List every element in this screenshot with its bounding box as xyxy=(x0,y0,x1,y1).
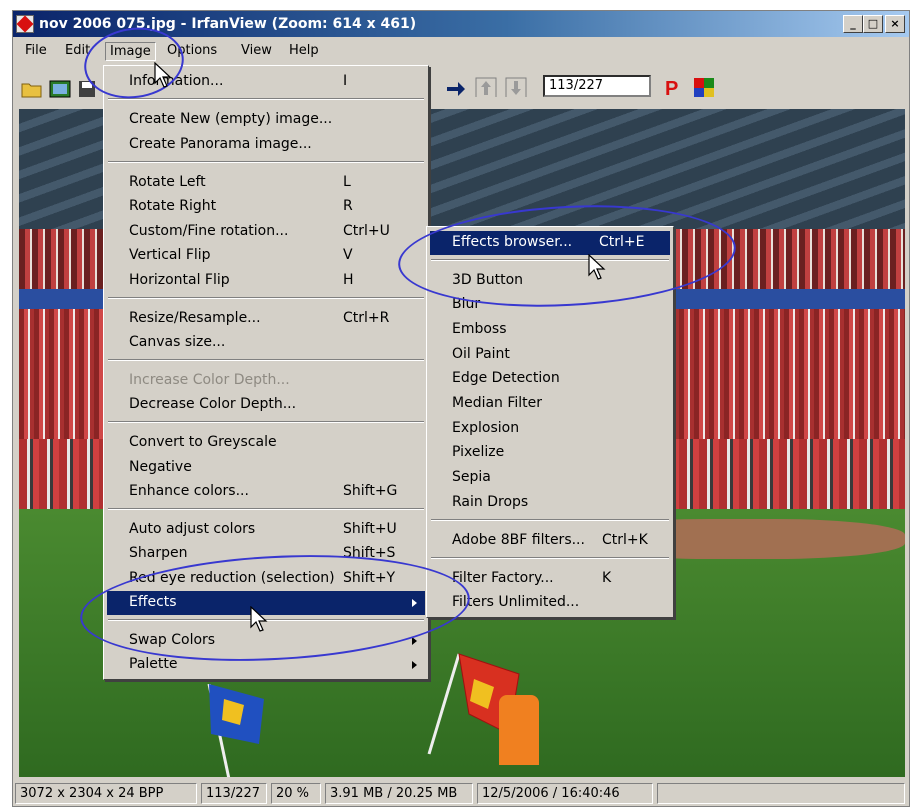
menu-separator xyxy=(108,359,424,361)
status-memory: 3.91 MB / 20.25 MB xyxy=(325,783,473,804)
menu-item-edge-detection[interactable]: Edge Detection xyxy=(430,367,670,391)
menu-item-explosion[interactable]: Explosion xyxy=(430,417,670,441)
menu-separator xyxy=(108,619,424,621)
menu-item-resize-resample[interactable]: Resize/Resample... Ctrl+R xyxy=(107,307,425,331)
frame-counter-field[interactable]: 113/227 xyxy=(543,75,651,97)
menu-item-vertical-flip[interactable]: Vertical Flip V xyxy=(107,244,425,268)
menu-item-effects[interactable]: Effects xyxy=(107,591,425,615)
menu-item-create-panorama[interactable]: Create Panorama image... xyxy=(107,133,425,157)
menu-item-filters-unlimited[interactable]: Filters Unlimited... xyxy=(430,591,670,615)
menu-separator xyxy=(108,421,424,423)
menu-item-custom-rotation[interactable]: Custom/Fine rotation... Ctrl+U xyxy=(107,220,425,244)
title-bar[interactable]: nov 2006 075.jpg - IrfanView (Zoom: 614 … xyxy=(13,11,909,37)
menu-file[interactable]: File xyxy=(21,42,51,59)
menu-item-negative[interactable]: Negative xyxy=(107,456,425,480)
menu-options[interactable]: Options xyxy=(163,42,221,59)
blue-flag-icon xyxy=(207,684,264,777)
menu-image[interactable]: Image xyxy=(105,42,156,61)
menu-item-rain-drops[interactable]: Rain Drops xyxy=(430,491,670,515)
menu-bar: File Edit Image Options View Help xyxy=(13,39,909,61)
menu-item-emboss[interactable]: Emboss xyxy=(430,318,670,342)
menu-item-filter-factory[interactable]: Filter Factory... K xyxy=(430,567,670,591)
submenu-arrow-icon xyxy=(412,599,417,607)
status-datetime: 12/5/2006 / 16:40:46 xyxy=(477,783,653,804)
menu-item-pixelize[interactable]: Pixelize xyxy=(430,441,670,465)
menu-item-red-eye-reduction[interactable]: Red eye reduction (selection) Shift+Y xyxy=(107,567,425,591)
menu-item-convert-greyscale[interactable]: Convert to Greyscale xyxy=(107,431,425,455)
status-bar: 3072 x 2304 x 24 BPP 113/227 20 % 3.91 M… xyxy=(13,781,909,805)
next-arrow-icon[interactable] xyxy=(445,79,467,99)
menu-help[interactable]: Help xyxy=(285,42,323,59)
menu-edit[interactable]: Edit xyxy=(61,42,94,59)
menu-item-blur[interactable]: Blur xyxy=(430,293,670,317)
status-index: 113/227 xyxy=(201,783,267,804)
svg-text:P: P xyxy=(665,78,678,97)
status-dimensions: 3072 x 2304 x 24 BPP xyxy=(15,783,197,804)
menu-item-rotate-right[interactable]: Rotate Right R xyxy=(107,195,425,219)
menu-item-adobe-8bf-filters[interactable]: Adobe 8BF filters... Ctrl+K xyxy=(430,529,670,553)
menu-item-increase-color-depth: Increase Color Depth... xyxy=(129,372,290,388)
menu-separator xyxy=(108,98,424,100)
window-title: nov 2006 075.jpg - IrfanView (Zoom: 614 … xyxy=(39,16,417,32)
menu-item-create-new-image[interactable]: Create New (empty) image... xyxy=(107,108,425,132)
menu-item-horizontal-flip[interactable]: Horizontal Flip H xyxy=(107,269,425,293)
color-palette-icon[interactable] xyxy=(693,77,715,97)
maximize-button[interactable]: □ xyxy=(863,15,883,33)
menu-item-sharpen[interactable]: Sharpen Shift+S xyxy=(107,542,425,566)
up-arrow-icon[interactable] xyxy=(475,77,497,97)
slideshow-icon[interactable] xyxy=(49,79,71,99)
menu-separator xyxy=(431,557,669,559)
menu-item-effects-browser[interactable]: Effects browser... Ctrl+E xyxy=(430,231,670,255)
minimize-button[interactable]: _ xyxy=(843,15,863,33)
menu-item-3d-button[interactable]: 3D Button xyxy=(430,269,670,293)
irfanview-app-icon[interactable] xyxy=(16,15,34,33)
menu-item-oil-paint[interactable]: Oil Paint xyxy=(430,343,670,367)
menu-item-information[interactable]: Information... I xyxy=(107,70,425,94)
menu-separator xyxy=(108,508,424,510)
effects-submenu: Effects browser... Ctrl+E 3D Button Blur … xyxy=(426,226,674,618)
menu-item-rotate-left[interactable]: Rotate Left L xyxy=(107,171,425,195)
menu-separator xyxy=(431,519,669,521)
image-menu-dropdown: Information... I Create New (empty) image… xyxy=(103,65,429,680)
paint-icon[interactable]: P xyxy=(663,77,683,97)
menu-item-sepia[interactable]: Sepia xyxy=(430,466,670,490)
menu-item-decrease-color-depth[interactable]: Decrease Color Depth... xyxy=(107,393,425,417)
submenu-arrow-icon xyxy=(412,637,417,645)
menu-item-swap-colors[interactable]: Swap Colors xyxy=(107,629,425,653)
status-zoom: 20 % xyxy=(271,783,321,804)
menu-item-enhance-colors[interactable]: Enhance colors... Shift+G xyxy=(107,480,425,504)
official-in-orange-vest xyxy=(499,695,539,765)
menu-separator xyxy=(431,259,669,261)
open-folder-icon[interactable] xyxy=(21,79,43,99)
save-icon[interactable] xyxy=(77,79,99,99)
close-button[interactable]: × xyxy=(885,15,905,33)
down-arrow-icon[interactable] xyxy=(505,77,527,97)
menu-item-palette[interactable]: Palette xyxy=(107,653,425,677)
menu-item-auto-adjust-colors[interactable]: Auto adjust colors Shift+U xyxy=(107,518,425,542)
menu-item-median-filter[interactable]: Median Filter xyxy=(430,392,670,416)
status-empty-panel xyxy=(657,783,905,804)
submenu-arrow-icon xyxy=(412,661,417,669)
menu-separator xyxy=(108,161,424,163)
menu-item-canvas-size[interactable]: Canvas size... xyxy=(107,331,425,355)
menu-view[interactable]: View xyxy=(237,42,276,59)
menu-separator xyxy=(108,297,424,299)
